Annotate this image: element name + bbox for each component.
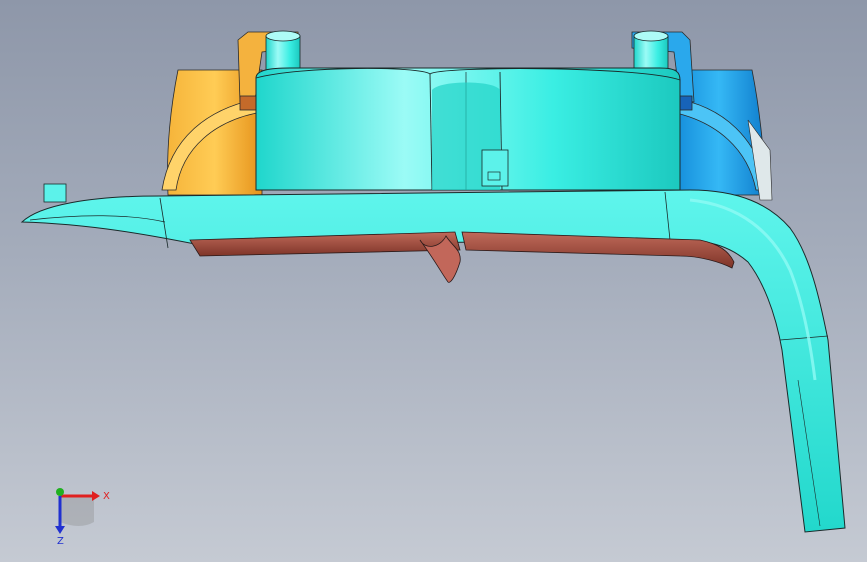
z-axis-label: Z xyxy=(57,536,64,547)
y-axis-dot xyxy=(56,488,64,496)
cad-model-render[interactable] xyxy=(0,0,867,562)
cad-3d-viewport[interactable]: X Z xyxy=(0,0,867,562)
mounting-posts xyxy=(265,30,669,71)
triad-shadow xyxy=(60,496,94,526)
x-axis-arrowhead xyxy=(92,491,100,501)
housing-body[interactable] xyxy=(255,67,681,191)
axis-triad: X Z xyxy=(55,488,110,547)
z-axis-arrowhead xyxy=(55,526,65,534)
x-axis-label: X xyxy=(103,491,110,502)
